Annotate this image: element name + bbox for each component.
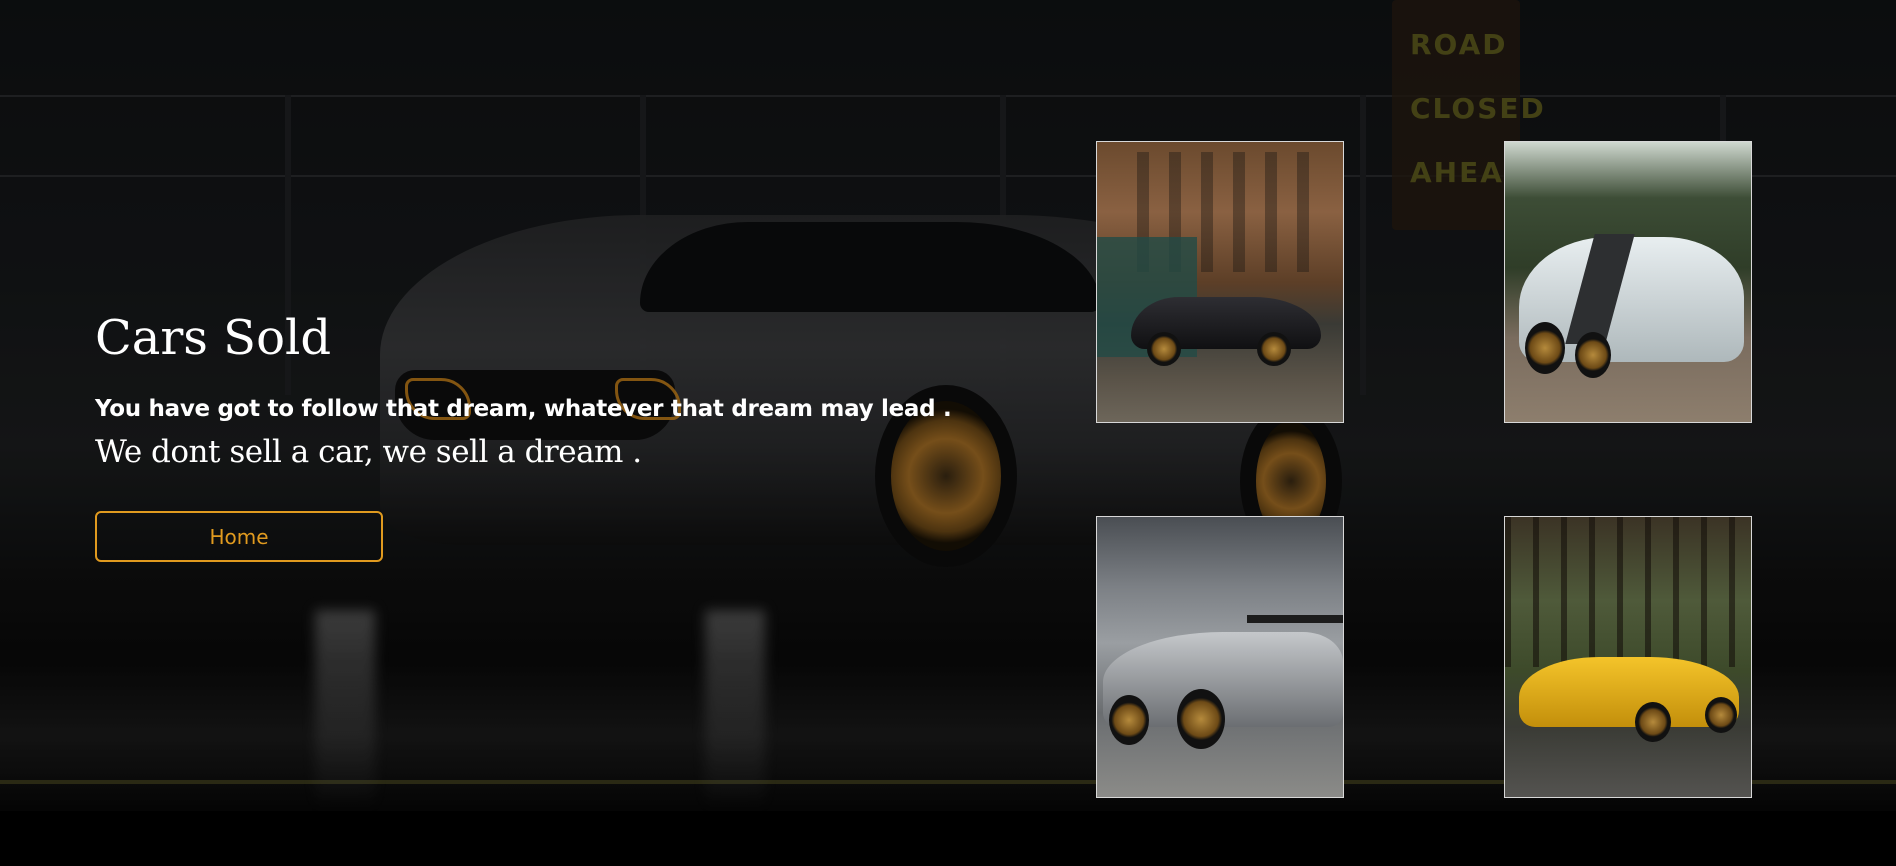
car-tire (1109, 695, 1149, 745)
gallery-image-porsche (1504, 141, 1752, 423)
page-title: Cars Sold (95, 310, 332, 366)
car-tire (1147, 332, 1181, 366)
car-tire (1575, 332, 1611, 378)
page-bottom-bar (0, 811, 1896, 866)
gallery-image-lamborghini (1096, 516, 1344, 798)
car-tire (1635, 702, 1671, 742)
car-tire (1177, 689, 1225, 749)
home-button[interactable]: Home (95, 511, 383, 562)
hero-subtitle: You have got to follow that dream, whate… (95, 396, 952, 422)
car-tire (1705, 697, 1737, 733)
hero-tagline: We dont sell a car, we sell a dream . (95, 434, 642, 470)
gallery-image-mclaren (1504, 516, 1752, 798)
car-tire (1525, 322, 1565, 374)
car-tire (1257, 332, 1291, 366)
car-wing (1247, 615, 1343, 623)
forest-trees (1505, 517, 1751, 667)
gallery-image-bugatti (1096, 141, 1344, 423)
hero-section: ROAD CLOSED AHEAD Cars Sold You have got… (0, 0, 1896, 811)
